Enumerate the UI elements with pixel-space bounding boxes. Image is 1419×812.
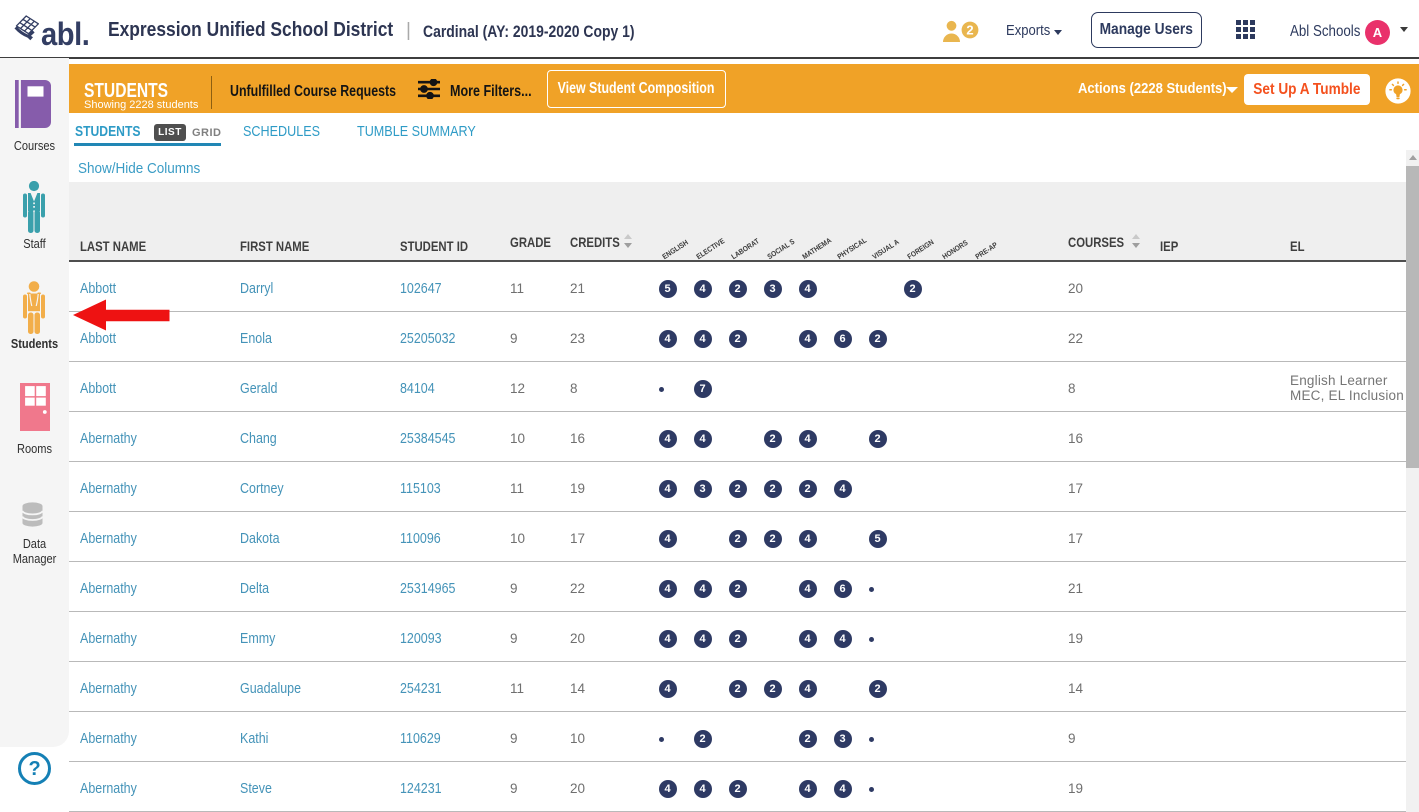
svg-text:2: 2 bbox=[966, 23, 973, 38]
